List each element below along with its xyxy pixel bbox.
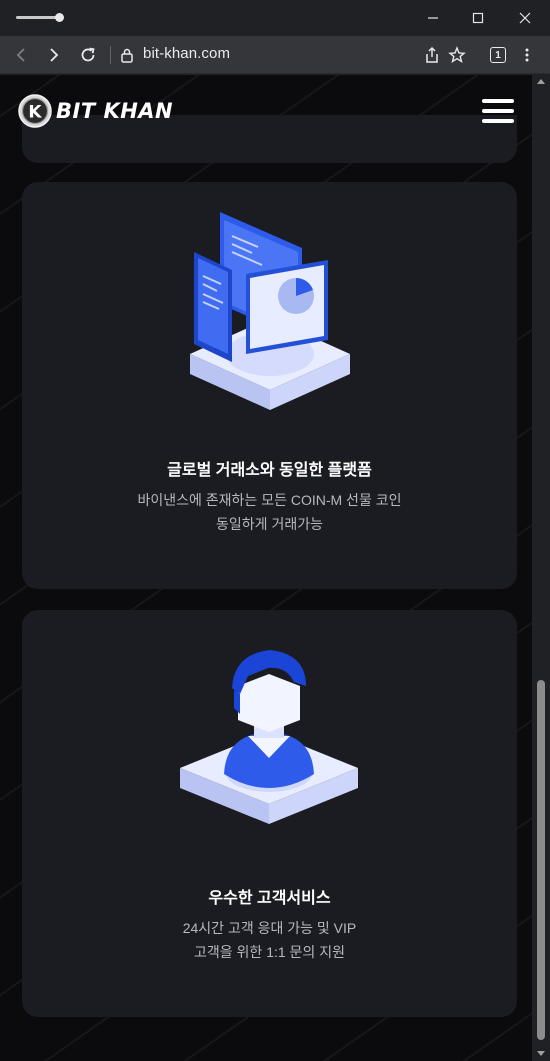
logo-text: BIT KHAN bbox=[56, 99, 174, 123]
site-header: K BIT KHAN bbox=[0, 75, 532, 147]
more-vertical-icon bbox=[525, 48, 529, 62]
toolbar-separator bbox=[110, 46, 111, 64]
browser-menu-button[interactable] bbox=[516, 44, 538, 66]
bookmark-button[interactable] bbox=[446, 44, 468, 66]
browser-toolbar: bit-khan.com 1 bbox=[0, 36, 550, 74]
card-desc-line: 고객을 위한 1:1 문의 지원 bbox=[194, 944, 345, 960]
card-title: 글로벌 거래소와 동일한 플랫폼 bbox=[167, 462, 372, 479]
card-desc-line: 동일하게 거래가능 bbox=[216, 516, 323, 532]
card-title: 우수한 고객서비스 bbox=[208, 890, 331, 907]
page-scrollbar[interactable] bbox=[532, 75, 550, 1061]
feature-card-customer-service: 우수한 고객서비스 24시간 고객 응대 가능 및 VIP 고객을 위한 1:1… bbox=[22, 610, 517, 1017]
card-desc-line: 24시간 고객 응대 가능 및 VIP bbox=[182, 920, 357, 936]
close-button[interactable] bbox=[513, 6, 537, 30]
customer-service-icon bbox=[180, 650, 358, 824]
reload-icon bbox=[81, 47, 95, 62]
maximize-icon bbox=[472, 12, 484, 24]
lock-icon[interactable] bbox=[120, 47, 134, 63]
card-desc-line: 바이낸스에 존재하는 모든 COIN-M 선물 코인 bbox=[137, 492, 402, 508]
card-description: 24시간 고객 응대 가능 및 VIP 고객을 위한 1:1 문의 지원 bbox=[22, 916, 517, 964]
minimize-icon bbox=[428, 17, 438, 19]
logo-letter: K bbox=[28, 103, 42, 123]
star-icon bbox=[448, 46, 466, 64]
hamburger-menu-button[interactable] bbox=[482, 99, 514, 123]
platform-screens-icon bbox=[190, 212, 350, 410]
forward-button[interactable] bbox=[41, 43, 65, 67]
arrow-left-icon bbox=[16, 48, 25, 62]
site-logo[interactable]: K BIT KHAN bbox=[18, 94, 173, 128]
maximize-button[interactable] bbox=[466, 6, 490, 30]
scrollbar-thumb[interactable] bbox=[537, 680, 545, 1040]
slider-knob[interactable] bbox=[55, 13, 64, 22]
arrow-right-icon bbox=[50, 48, 59, 62]
share-icon bbox=[426, 46, 438, 63]
window-slider-control[interactable] bbox=[16, 13, 64, 22]
url-text[interactable]: bit-khan.com bbox=[143, 45, 230, 62]
close-icon bbox=[519, 12, 531, 24]
minimize-button[interactable] bbox=[421, 6, 445, 30]
feature-card-platform: 글로벌 거래소와 동일한 플랫폼 바이낸스에 존재하는 모든 COIN-M 선물… bbox=[22, 182, 517, 589]
back-button[interactable] bbox=[10, 43, 34, 67]
scroll-down-arrow-icon[interactable] bbox=[537, 1051, 545, 1056]
share-button[interactable] bbox=[421, 44, 443, 66]
tab-switcher-button[interactable]: 1 bbox=[487, 44, 509, 66]
scroll-up-arrow-icon[interactable] bbox=[537, 79, 545, 84]
window-titlebar bbox=[0, 0, 550, 36]
web-page: K BIT KHAN 글로벌 거래소와 동일한 플랫폼 바이낸스에 존재하는 모… bbox=[0, 75, 532, 1061]
card-description: 바이낸스에 존재하는 모든 COIN-M 선물 코인 동일하게 거래가능 bbox=[22, 488, 517, 536]
reload-button[interactable] bbox=[76, 43, 100, 67]
tab-count: 1 bbox=[490, 47, 506, 63]
coin-logo-icon: K bbox=[18, 94, 52, 128]
